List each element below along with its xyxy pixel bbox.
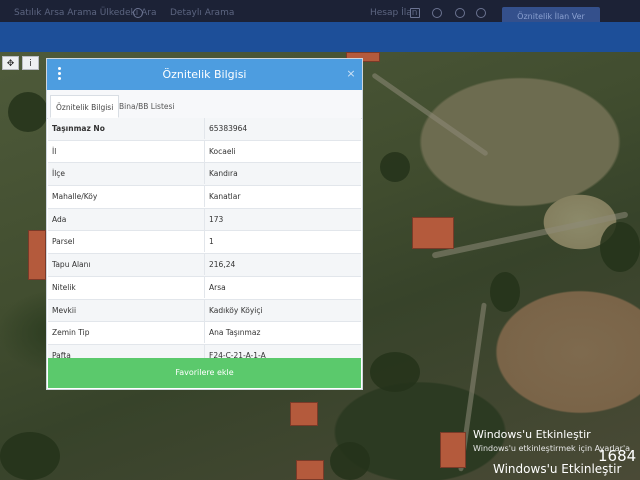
table-row: Nitelik Arsa [48, 276, 361, 300]
table-row: Mahalle/Köy Kanatlar [48, 186, 361, 209]
row-value: Kandıra [209, 169, 238, 179]
dialog-title: Öznitelik Bilgisi [162, 68, 247, 81]
table-row: İlçe Kandıra [48, 163, 361, 187]
attribute-table: Taşınmaz No 65383964 İl Kocaeli İlçe Kandır… [48, 118, 361, 368]
row-value: 1 [209, 237, 214, 247]
help-icon[interactable] [476, 8, 486, 18]
close-icon[interactable]: × [345, 67, 357, 81]
add-to-favorites-button[interactable]: Favorilere ekle [48, 358, 361, 388]
tab-attribute-info[interactable]: Öznitelik Bilgisi [50, 95, 120, 118]
row-value: 216,24 [209, 260, 236, 270]
row-value: Kadıköy Köyiçi [209, 305, 263, 315]
table-row: İl Kocaeli [48, 140, 361, 164]
star-icon[interactable] [455, 8, 465, 18]
top-navigation-bar: Satılık Arsa Arama Ülkedeki Ara Detaylı … [0, 0, 640, 24]
row-key: Ada [52, 214, 67, 224]
building-roof [290, 402, 318, 426]
attribute-dialog: Öznitelik Bilgisi × Öznitelik Bilgisi Bi… [46, 58, 363, 390]
move-tool-button[interactable]: ✥ [2, 56, 19, 70]
table-row: Taşınmaz No 65383964 [48, 118, 361, 141]
clock-number: 1684 [598, 447, 637, 465]
row-key: Parsel [52, 237, 75, 247]
header-band [0, 22, 640, 52]
building-roof [296, 460, 324, 480]
search-icon[interactable] [133, 8, 143, 18]
table-row: Parsel 1 [48, 231, 361, 255]
tree [0, 432, 60, 480]
building-roof [440, 432, 466, 468]
topbar-detailed-search[interactable]: Detaylı Arama [170, 8, 234, 18]
row-value: 173 [209, 214, 224, 224]
info-tool-button[interactable]: i [22, 56, 39, 70]
menu-dots-icon[interactable] [58, 67, 62, 81]
row-key: İlçe [52, 169, 66, 179]
row-key: Nitelik [52, 282, 76, 292]
building-roof [28, 230, 46, 280]
tab-building-list[interactable]: Bina/BB Listesi [114, 95, 180, 118]
tree [600, 222, 640, 272]
map-road [371, 72, 489, 157]
table-row: Zemin Tip Ana Taşınmaz [48, 322, 361, 345]
row-key: İl [52, 146, 57, 156]
row-key: Mahalle/Köy [52, 192, 98, 202]
building-roof [412, 217, 454, 249]
tree [330, 442, 370, 480]
row-key: Tapu Alanı [52, 260, 91, 270]
info-icon: i [29, 59, 32, 69]
tree [380, 152, 410, 182]
row-key: Zemin Tip [52, 328, 90, 338]
table-row: Mevkii Kadıköy Köyiçi [48, 299, 361, 323]
mail-icon[interactable] [410, 8, 420, 18]
row-value: 65383964 [209, 124, 248, 133]
bell-icon[interactable] [432, 8, 442, 18]
activation-watermark-title: Windows'u Etkinleştir [473, 428, 591, 441]
tree [8, 92, 48, 132]
row-value: Ana Taşınmaz [209, 328, 261, 338]
row-key: Taşınmaz No [52, 124, 105, 133]
dialog-tabs: Öznitelik Bilgisi Bina/BB Listesi [47, 90, 362, 119]
table-row: Ada 173 [48, 208, 361, 232]
dialog-header: Öznitelik Bilgisi × [47, 59, 362, 90]
row-value: Kanatlar [209, 192, 241, 202]
row-key: Mevkii [52, 305, 77, 315]
move-icon: ✥ [6, 59, 15, 69]
row-value: Arsa [209, 282, 226, 292]
tree [490, 272, 520, 312]
table-row: Tapu Alanı 216,24 [48, 254, 361, 277]
tree [370, 352, 420, 392]
row-value: Kocaeli [209, 146, 236, 156]
map-road [431, 211, 629, 259]
